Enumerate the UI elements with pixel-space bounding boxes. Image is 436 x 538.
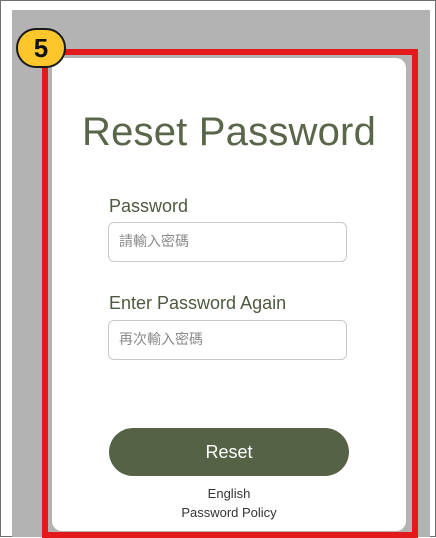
highlight-box (42, 49, 418, 538)
step-number-badge: 5 (16, 28, 66, 68)
